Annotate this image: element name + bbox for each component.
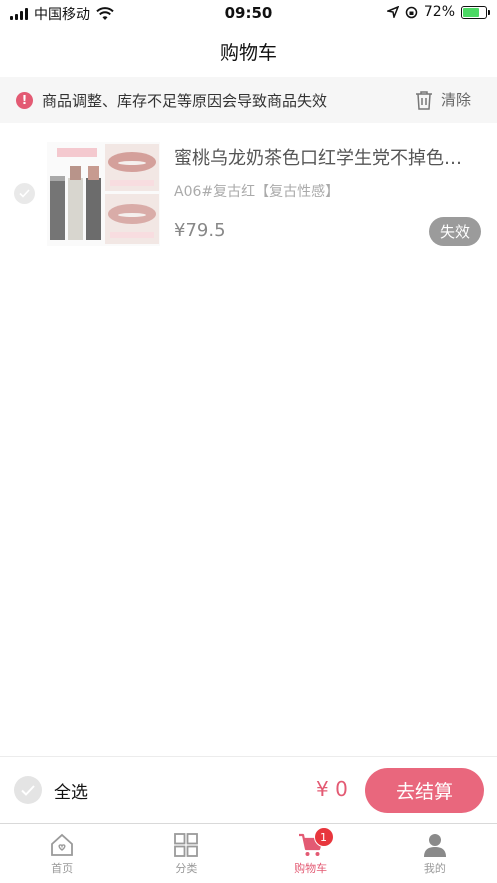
check-icon [19,189,30,198]
item-title: 蜜桃乌龙奶茶色口红学生党不掉色… [174,148,462,169]
tab-bar: 首页 分类 1 购物车 我的 [0,823,497,883]
user-icon [423,834,446,857]
cart-count-badge: 1 [313,827,334,847]
cart-item[interactable]: 蜜桃乌龙奶茶色口红学生党不掉色… A06#复古红【复古性感】 ¥79.5 失效 [0,128,497,258]
item-checkbox[interactable] [14,183,35,204]
status-bar: 中国移动 09:50 72% [0,0,497,26]
location-icon [386,6,399,18]
select-all-label: 全选 [54,782,88,803]
item-spec: A06#复古红【复古性感】 [174,184,340,200]
nav-bar: 购物车 [0,26,497,76]
trash-icon [415,90,432,110]
status-right: 72% [386,4,490,20]
page-title: 购物车 [219,42,277,64]
checkout-bar: 全选 ¥ 0 去结算 [0,756,497,823]
tab-home[interactable]: 首页 [0,824,124,883]
tab-category-label: 分类 [175,862,198,875]
lipstick-image [47,142,160,246]
checkout-button[interactable]: 去结算 [365,768,484,813]
home-icon [51,833,74,856]
tab-home-label: 首页 [51,862,74,875]
grid-icon [174,833,199,857]
select-all-checkbox[interactable] [14,776,42,804]
tab-profile-label: 我的 [423,862,446,875]
total-price: ¥ 0 [316,777,348,801]
tab-profile[interactable]: 我的 [373,824,497,883]
invalid-notice: ! 商品调整、库存不足等原因会导致商品失效 清除 [0,77,497,123]
alert-icon: ! [16,91,33,109]
clear-button[interactable]: 清除 [415,89,471,110]
tab-cart[interactable]: 1 购物车 [249,824,373,883]
battery-percent: 72% [423,4,455,20]
rotation-lock-icon [405,6,418,18]
tab-category[interactable]: 分类 [124,824,248,883]
item-price: ¥79.5 [174,220,226,241]
invalid-badge: 失效 [429,217,481,246]
tab-cart-label: 购物车 [294,862,328,875]
clear-label: 清除 [440,91,471,109]
select-all[interactable]: 全选 [14,776,88,804]
check-icon [21,784,35,796]
battery-icon [461,5,490,19]
notice-text: 商品调整、库存不足等原因会导致商品失效 [42,91,328,110]
product-image[interactable] [47,142,160,246]
